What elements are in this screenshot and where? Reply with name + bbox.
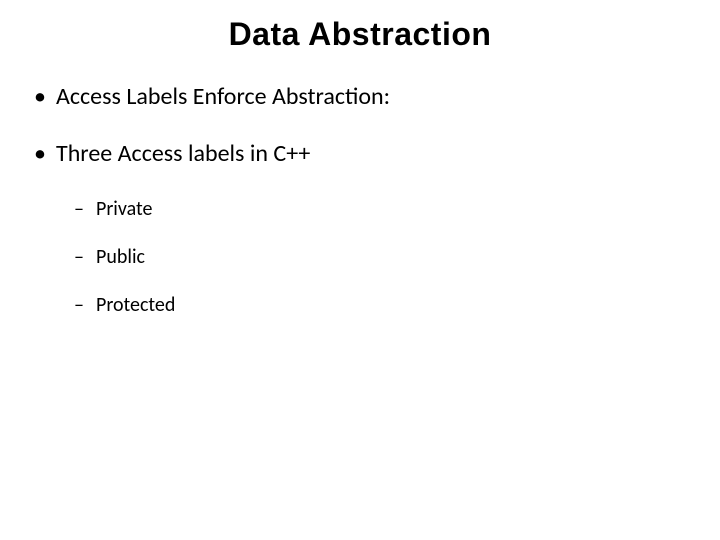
sub-bullet-text: Private — [96, 197, 152, 221]
sub-bullet-text: Protected — [96, 293, 175, 317]
bullet-item: • Three Access labels in C++ — [34, 140, 686, 169]
slide-title: Data Abstraction — [34, 16, 686, 53]
sub-bullet-item: – Protected — [74, 293, 686, 317]
dash-icon: – — [74, 293, 96, 317]
bullet-text: Access Labels Enforce Abstraction: — [56, 83, 390, 112]
dash-icon: – — [74, 197, 96, 221]
sub-bullet-list: – Private – Public – Protected — [74, 197, 686, 317]
sub-bullet-text: Public — [96, 245, 145, 269]
sub-bullet-item: – Private — [74, 197, 686, 221]
bullet-text: Three Access labels in C++ — [56, 140, 310, 169]
bullet-icon: • — [34, 140, 56, 169]
sub-bullet-item: – Public — [74, 245, 686, 269]
bullet-icon: • — [34, 83, 56, 112]
dash-icon: – — [74, 245, 96, 269]
bullet-item: • Access Labels Enforce Abstraction: — [34, 83, 686, 112]
